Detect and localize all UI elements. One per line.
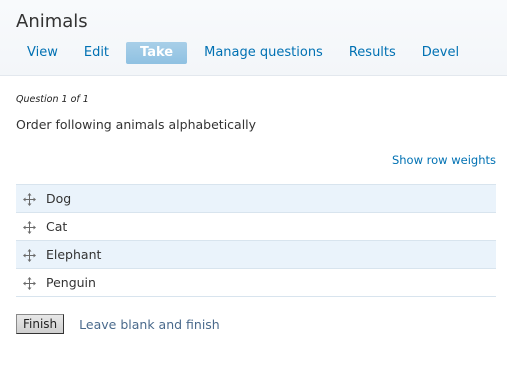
drag-handle-icon[interactable]	[22, 249, 36, 262]
answer-label: Penguin	[46, 275, 96, 290]
answer-label: Dog	[46, 191, 72, 206]
form-actions: Finish Leave blank and finish	[16, 314, 220, 334]
tab-edit[interactable]: Edit	[71, 42, 122, 64]
drag-handle-icon[interactable]	[22, 193, 36, 206]
answer-label: Elephant	[46, 247, 102, 262]
sortable-row[interactable]: Cat	[16, 212, 496, 241]
tab-take[interactable]: Take	[126, 42, 188, 64]
show-row-weights-link[interactable]: Show row weights	[392, 153, 496, 167]
tab-devel[interactable]: Devel	[409, 42, 472, 64]
tab-view[interactable]: View	[16, 42, 71, 64]
finish-button[interactable]: Finish	[16, 314, 65, 334]
tab-manage-questions[interactable]: Manage questions	[191, 42, 336, 64]
question-text: Order following animals alphabetically	[16, 117, 257, 132]
answer-label: Cat	[46, 219, 68, 234]
drag-handle-icon[interactable]	[22, 277, 36, 290]
sortable-row[interactable]: Elephant	[16, 240, 496, 269]
leave-blank-and-finish-link[interactable]: Leave blank and finish	[79, 317, 220, 332]
page-title: Animals	[16, 11, 88, 32]
question-number: Question 1 of 1	[16, 94, 89, 105]
sortable-answer-table: Dog Cat Elephant Penguin	[16, 184, 496, 297]
sortable-row[interactable]: Dog	[16, 184, 496, 213]
sortable-row[interactable]: Penguin	[16, 268, 496, 297]
page-header: Animals View Edit Take Manage questions …	[0, 0, 507, 76]
page: Animals View Edit Take Manage questions …	[0, 0, 507, 380]
primary-tabs: View Edit Take Manage questions Results …	[16, 42, 472, 64]
drag-handle-icon[interactable]	[22, 221, 36, 234]
tab-results[interactable]: Results	[336, 42, 409, 64]
